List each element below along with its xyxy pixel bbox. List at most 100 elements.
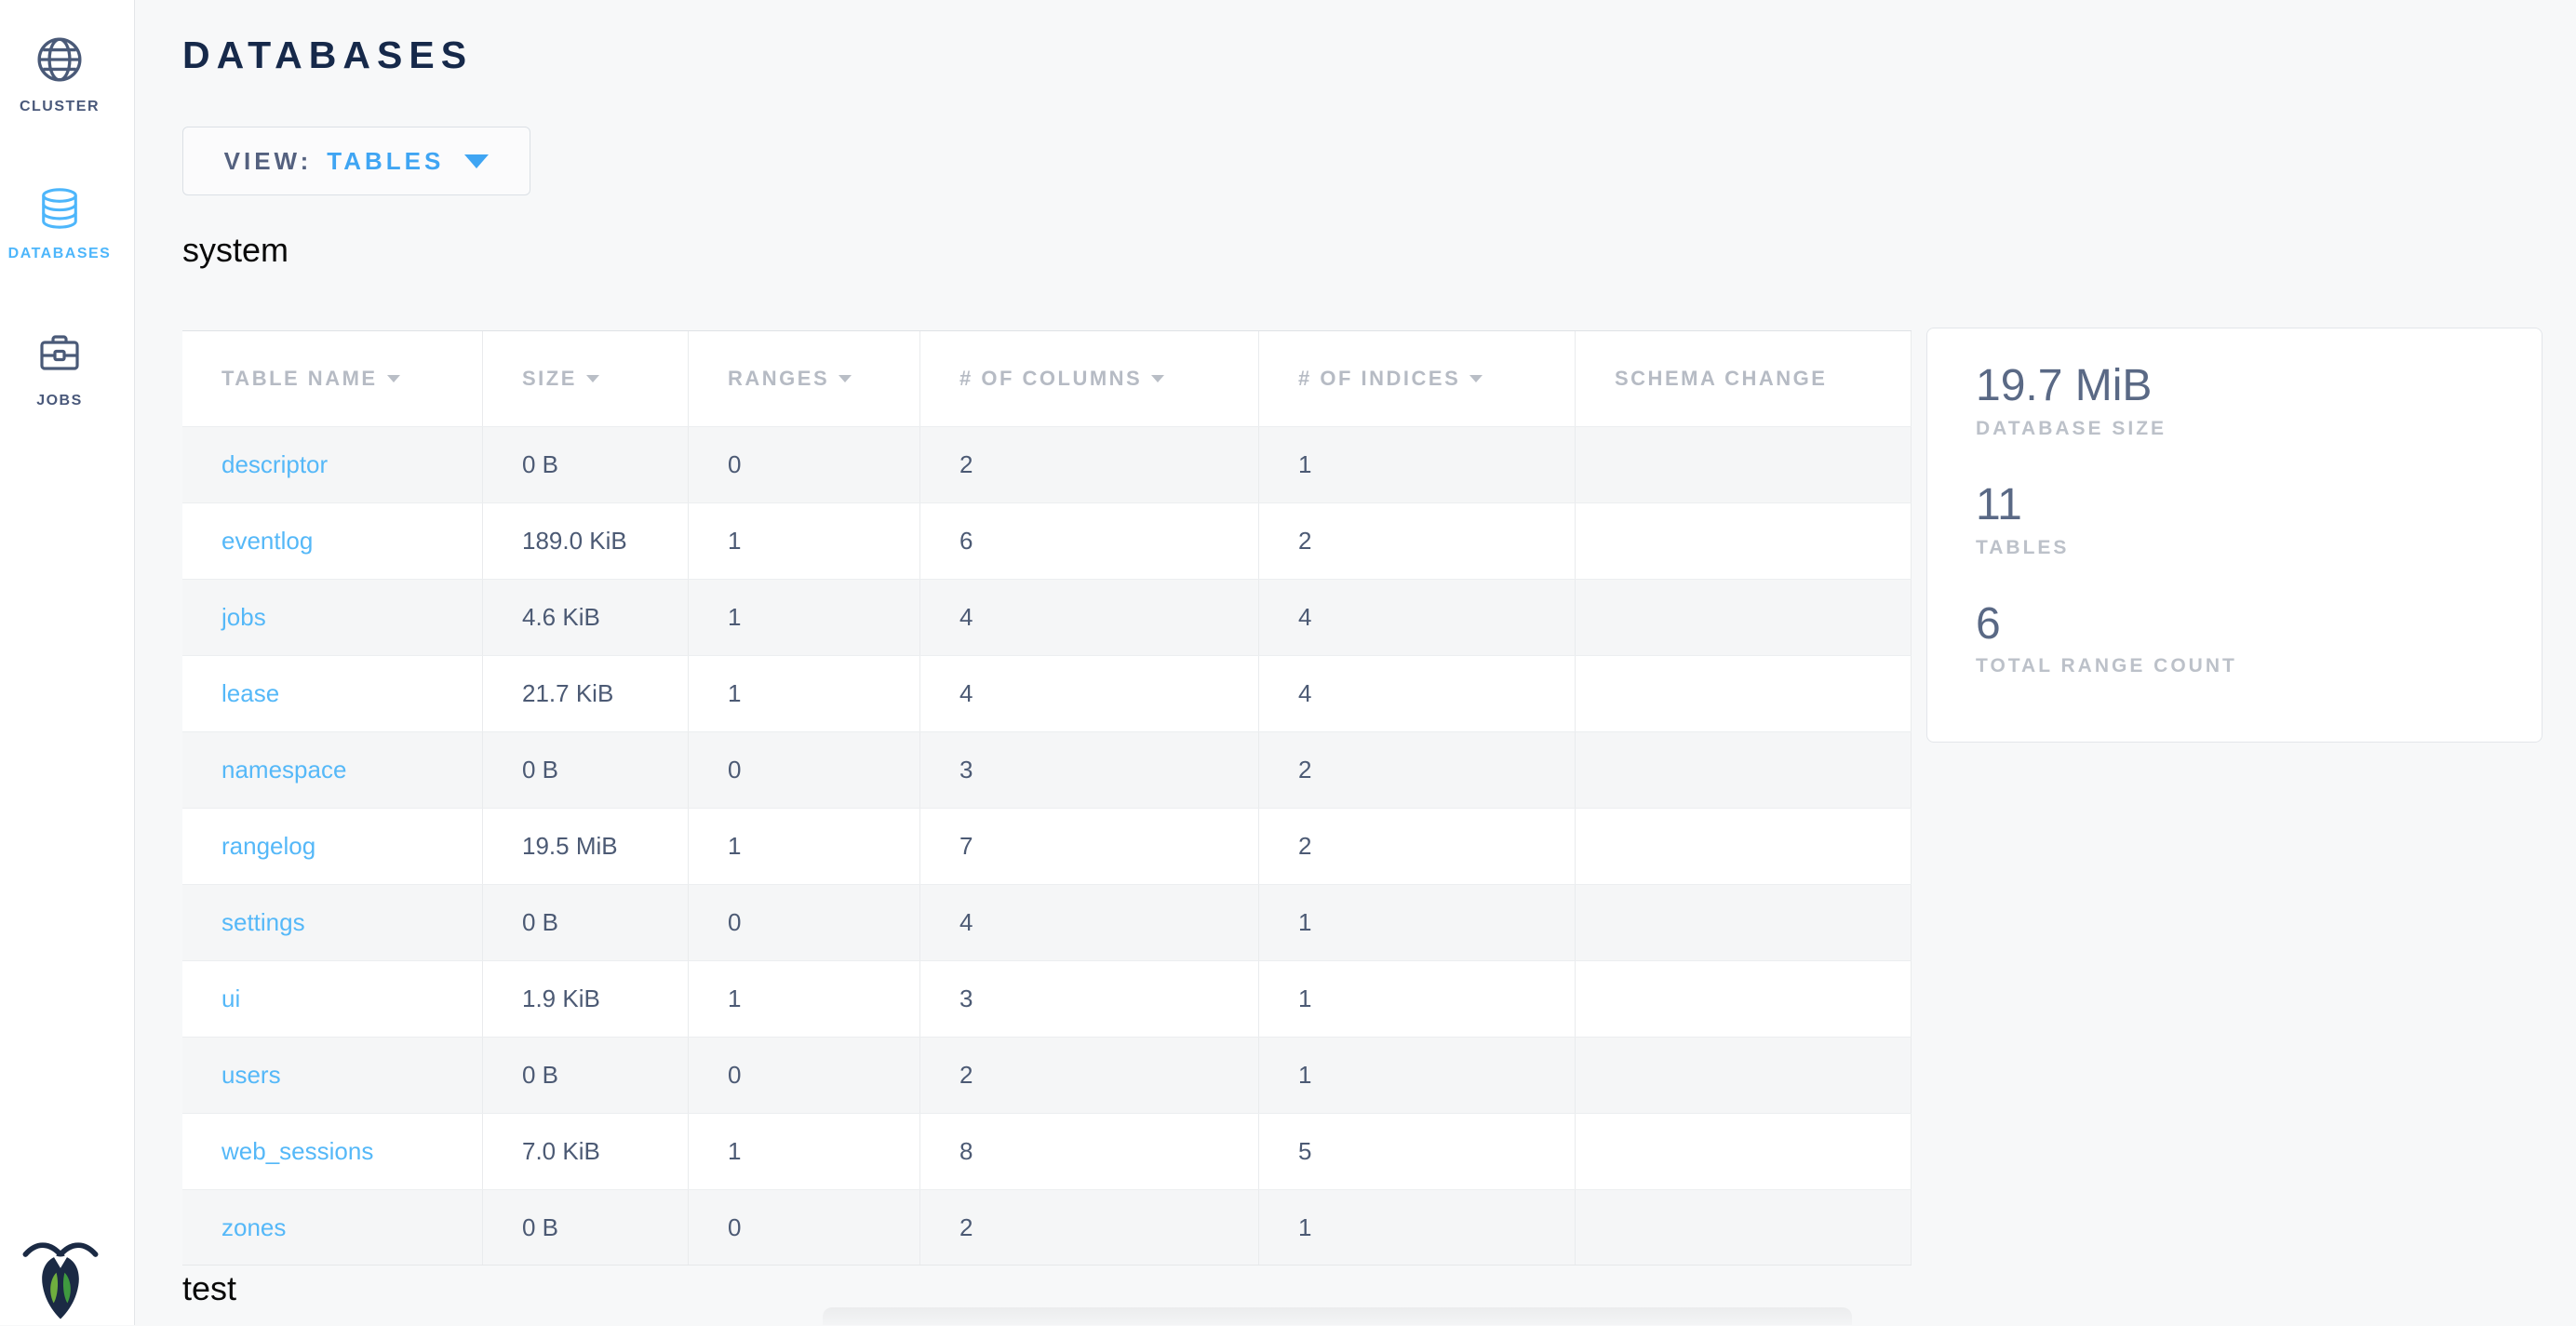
table-body: descriptor 0 B 0 2 1 eventlog 189.0 KiB … <box>182 426 1912 1266</box>
view-selector[interactable]: VIEW: TABLES <box>182 127 530 195</box>
sidebar-item-cluster[interactable]: CLUSTER <box>0 35 119 115</box>
schema-change-cell <box>1576 656 1912 731</box>
view-selector-prefix: VIEW: <box>224 147 313 176</box>
columns-count-cell: 3 <box>920 732 1259 808</box>
schema-change-cell <box>1576 503 1912 579</box>
database-size-value: 19.7 MiB <box>1976 362 2514 411</box>
table-name-link[interactable]: jobs <box>221 603 266 632</box>
ranges-cell: 0 <box>689 1038 920 1113</box>
indices-count-cell: 1 <box>1259 961 1576 1037</box>
size-cell: 1.9 KiB <box>483 961 689 1037</box>
table-name-link[interactable]: settings <box>221 908 305 937</box>
table-name-cell: web_sessions <box>182 1114 483 1189</box>
indices-count-cell: 2 <box>1259 503 1576 579</box>
table-name-cell: eventlog <box>182 503 483 579</box>
columns-count-cell: 2 <box>920 1190 1259 1265</box>
cockroachdb-logo[interactable] <box>20 1238 101 1321</box>
sidebar: CLUSTER DATABASES JOBS <box>0 0 135 1325</box>
schema-change-cell <box>1576 885 1912 960</box>
ranges-cell: 1 <box>689 1114 920 1189</box>
sidebar-item-jobs[interactable]: JOBS <box>0 331 119 409</box>
schema-change-cell <box>1576 1190 1912 1265</box>
ranges-cell: 1 <box>689 580 920 655</box>
indices-count-cell: 1 <box>1259 1038 1576 1113</box>
columns-count-cell: 4 <box>920 885 1259 960</box>
columns-count-cell: 2 <box>920 1038 1259 1113</box>
size-cell: 21.7 KiB <box>483 656 689 731</box>
schema-change-cell <box>1576 809 1912 884</box>
view-selector-value: TABLES <box>327 147 444 176</box>
sort-arrow-icon <box>387 375 400 382</box>
column-header-size[interactable]: SIZE <box>483 331 689 426</box>
table-row: jobs 4.6 KiB 1 4 4 <box>182 579 1912 655</box>
table-row: ui 1.9 KiB 1 3 1 <box>182 960 1912 1037</box>
column-header-indices[interactable]: # OF INDICES <box>1259 331 1576 426</box>
ranges-cell: 1 <box>689 809 920 884</box>
columns-count-cell: 4 <box>920 580 1259 655</box>
schema-change-cell <box>1576 961 1912 1037</box>
schema-change-cell <box>1576 427 1912 502</box>
sidebar-item-label: CLUSTER <box>20 99 100 115</box>
size-cell: 0 B <box>483 1190 689 1265</box>
sidebar-item-databases[interactable]: DATABASES <box>0 186 119 262</box>
table-row: lease 21.7 KiB 1 4 4 <box>182 655 1912 731</box>
ranges-cell: 0 <box>689 732 920 808</box>
table-header-row: TABLE NAME SIZE RANGES # OF COLUMNS # OF… <box>182 331 1912 426</box>
table-name-link[interactable]: namespace <box>221 756 346 784</box>
table-name-link[interactable]: rangelog <box>221 832 315 861</box>
globe-icon <box>35 35 84 88</box>
range-count-stat: 6 TOTAL RANGE COUNT <box>1976 600 2514 678</box>
table-row: namespace 0 B 0 3 2 <box>182 731 1912 808</box>
table-name-link[interactable]: users <box>221 1061 281 1090</box>
system-tables-table: TABLE NAME SIZE RANGES # OF COLUMNS # OF… <box>182 330 1912 1266</box>
table-row: settings 0 B 0 4 1 <box>182 884 1912 960</box>
columns-count-cell: 7 <box>920 809 1259 884</box>
indices-count-cell: 1 <box>1259 885 1576 960</box>
indices-count-cell: 1 <box>1259 1190 1576 1265</box>
table-name-cell: jobs <box>182 580 483 655</box>
columns-count-cell: 3 <box>920 961 1259 1037</box>
table-name-cell: zones <box>182 1190 483 1265</box>
ranges-cell: 1 <box>689 961 920 1037</box>
range-count-label: TOTAL RANGE COUNT <box>1976 655 2514 677</box>
ranges-cell: 0 <box>689 1190 920 1265</box>
column-header-columns[interactable]: # OF COLUMNS <box>920 331 1259 426</box>
table-name-link[interactable]: web_sessions <box>221 1137 373 1166</box>
sidebar-item-label: JOBS <box>36 393 83 409</box>
table-row: rangelog 19.5 MiB 1 7 2 <box>182 808 1912 884</box>
table-name-cell: descriptor <box>182 427 483 502</box>
table-name-link[interactable]: zones <box>221 1213 286 1242</box>
table-name-cell: settings <box>182 885 483 960</box>
briefcase-icon <box>36 331 83 382</box>
size-cell: 189.0 KiB <box>483 503 689 579</box>
indices-count-cell: 5 <box>1259 1114 1576 1189</box>
tables-count-value: 11 <box>1976 481 2514 530</box>
ranges-cell: 1 <box>689 503 920 579</box>
sort-arrow-icon <box>586 375 599 382</box>
ranges-cell: 1 <box>689 656 920 731</box>
database-size-stat: 19.7 MiB DATABASE SIZE <box>1976 362 2514 440</box>
database-summary-card: 19.7 MiB DATABASE SIZE 11 TABLES 6 TOTAL… <box>1926 328 2542 743</box>
table-name-cell: ui <box>182 961 483 1037</box>
size-cell: 7.0 KiB <box>483 1114 689 1189</box>
size-cell: 19.5 MiB <box>483 809 689 884</box>
table-name-link[interactable]: lease <box>221 679 279 708</box>
indices-count-cell: 4 <box>1259 656 1576 731</box>
columns-count-cell: 4 <box>920 656 1259 731</box>
tables-count-stat: 11 TABLES <box>1976 481 2514 559</box>
section-heading-system: system <box>182 231 288 270</box>
column-header-table-name[interactable]: TABLE NAME <box>182 331 483 426</box>
column-header-ranges[interactable]: RANGES <box>689 331 920 426</box>
sort-arrow-icon <box>1469 375 1483 382</box>
table-name-link[interactable]: descriptor <box>221 450 328 479</box>
range-count-value: 6 <box>1976 600 2514 650</box>
table-row: web_sessions 7.0 KiB 1 8 5 <box>182 1113 1912 1189</box>
table-row: zones 0 B 0 2 1 <box>182 1189 1912 1266</box>
ranges-cell: 0 <box>689 885 920 960</box>
indices-count-cell: 4 <box>1259 580 1576 655</box>
table-name-link[interactable]: ui <box>221 984 240 1013</box>
database-size-label: DATABASE SIZE <box>1976 418 2514 440</box>
schema-change-cell <box>1576 1038 1912 1113</box>
table-name-link[interactable]: eventlog <box>221 527 313 556</box>
columns-count-cell: 8 <box>920 1114 1259 1189</box>
